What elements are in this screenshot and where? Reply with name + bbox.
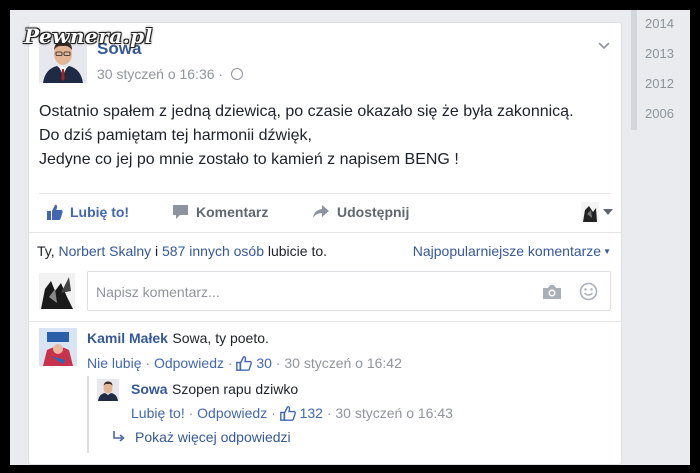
post-text: Ostatnio spałem z jedną dziewicą, po cza… (39, 100, 574, 172)
share-button[interactable]: Udostępnij (312, 204, 409, 220)
show-more-label: Pokaż więcej odpowiedzi (135, 429, 291, 445)
timeline-scrollbar[interactable] (631, 10, 637, 130)
post-line: Jedyne co jej po mnie zostało to kamień … (39, 151, 459, 168)
reply-link[interactable]: Odpowiedz (154, 355, 224, 371)
chevron-down-icon[interactable] (597, 39, 611, 53)
reply-author-photo (97, 379, 119, 401)
comment-button[interactable]: Komentarz (172, 204, 268, 220)
comment-icon (173, 205, 188, 219)
reply-avatar[interactable] (97, 379, 119, 401)
comment-label: Komentarz (196, 204, 269, 220)
post-timestamp[interactable]: 30 styczeń o 16:36 · (97, 66, 223, 82)
comment-input[interactable]: Napisz komentarz... (87, 271, 611, 311)
reply-reply-link[interactable]: Odpowiedz (197, 405, 267, 421)
likes-summary: Ty, Norbert Skalny i 587 innych osób lub… (37, 243, 327, 259)
reply-author-name[interactable]: Sowa (131, 381, 168, 397)
comment-sort-dropdown[interactable]: Najpopularniejsze komentarze ▼ (413, 243, 611, 259)
year-2012[interactable]: 2012 (645, 76, 674, 91)
reply-time[interactable]: 30 styczeń o 16:43 (335, 405, 453, 421)
unlike-link[interactable]: Nie lubię (87, 355, 141, 371)
post-meta: 30 styczeń o 16:36 · (97, 66, 243, 82)
watermark-logo: Pewnera.pl (24, 24, 153, 48)
reply-actions: Lubię to! · Odpowiedz · 132 · 30 styczeń… (131, 405, 453, 421)
like-label: Lubię to! (70, 204, 130, 220)
post-line: Do dziś pamiętam tej harmonii dźwięk, (39, 127, 312, 144)
reply-like-link[interactable]: Lubię to! (131, 405, 185, 421)
screenshot-frame: 2014 2013 2012 2006 Sowa 30 styczeń o 16… (10, 10, 690, 465)
viewer-photo (39, 273, 75, 309)
emoji-icon[interactable] (579, 282, 598, 301)
globe-icon (230, 68, 243, 80)
divider (29, 321, 621, 322)
commenter-photo (39, 328, 77, 366)
year-2014[interactable]: 2014 (645, 16, 674, 31)
like-button[interactable]: Lubię to! (47, 204, 129, 220)
liker-link[interactable]: Norbert Skalny (59, 243, 152, 259)
reply-thread-line (87, 376, 89, 453)
profile-thumbnail-icon (581, 202, 599, 222)
comment-time[interactable]: 30 styczeń o 16:42 (284, 355, 402, 371)
caret-down-icon (603, 209, 613, 215)
share-label: Udostępnij (337, 204, 410, 220)
reply-arrow-icon (113, 431, 125, 442)
thumbs-up-outline-icon (236, 356, 253, 371)
reply-text: Szopen rapu dziwko (172, 381, 299, 397)
commenter-name[interactable]: Kamil Małek (87, 330, 168, 346)
show-more-replies[interactable]: Pokaż więcej odpowiedzi (113, 429, 291, 445)
camera-icon[interactable] (542, 284, 562, 300)
likes-middle: i (151, 243, 163, 259)
reply-like-count[interactable]: 132 (300, 405, 323, 421)
comment-like-count[interactable]: 30 (256, 355, 272, 371)
viewer-avatar[interactable] (39, 273, 75, 309)
comment-actions: Nie lubię · Odpowiedz · 30 · 30 styczeń … (87, 355, 402, 371)
sort-label: Najpopularniejsze komentarze (412, 243, 602, 259)
comment-text: Sowa, ty poeto. (172, 330, 269, 346)
likes-suffix: lubicie to. (263, 243, 328, 259)
post-line: Ostatnio spałem z jedną dziewicą, po cza… (39, 103, 574, 120)
share-as-selector[interactable] (581, 202, 613, 222)
commenter-avatar[interactable] (39, 328, 77, 366)
thumbs-up-icon (47, 204, 63, 220)
post-actions: Lubię to! Komentarz Udostępnij (39, 200, 613, 230)
likes-prefix: Ty, (37, 243, 59, 259)
comment: Kamil Małek Sowa, ty poeto. (87, 330, 269, 348)
post-card: Sowa 30 styczeń o 16:36 · Ostatnio spałe… (28, 22, 622, 465)
thumbs-up-outline-icon (279, 406, 296, 421)
reply: Sowa Szopen rapu dziwko (131, 381, 298, 399)
year-2013[interactable]: 2013 (645, 46, 674, 61)
divider (39, 193, 611, 194)
others-link[interactable]: 587 innych osób (162, 243, 264, 259)
comment-placeholder: Napisz komentarz... (96, 284, 220, 300)
year-2006[interactable]: 2006 (645, 106, 674, 121)
share-arrow-icon (313, 205, 329, 218)
divider (29, 232, 621, 233)
caret-down-icon: ▼ (603, 247, 611, 256)
